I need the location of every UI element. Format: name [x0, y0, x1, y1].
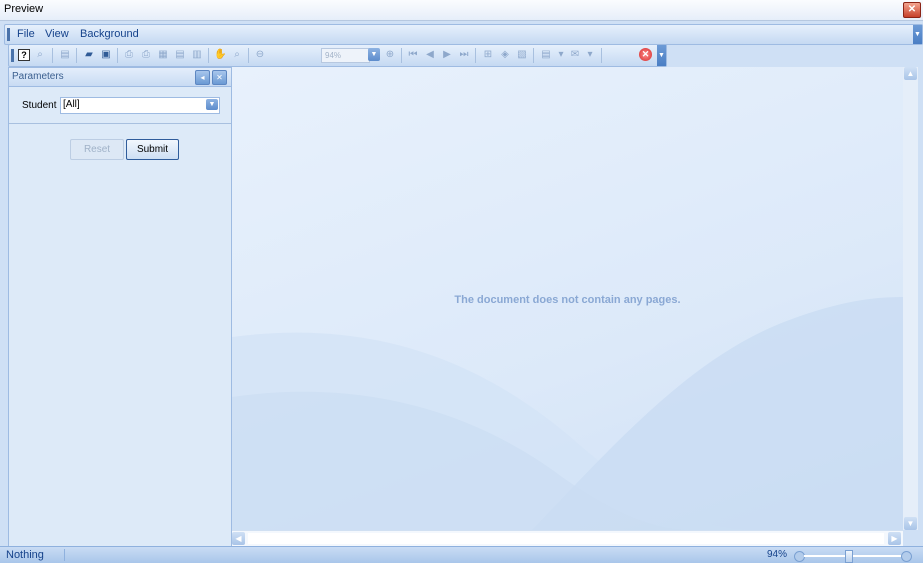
print-icon[interactable]: ⎙ — [123, 49, 135, 61]
reset-button[interactable]: Reset — [70, 139, 124, 160]
zoom-combo-input[interactable]: 94% — [321, 48, 370, 63]
send-email-dropdown-icon[interactable]: ▾ — [584, 49, 596, 61]
zoom-slider-track[interactable] — [804, 555, 902, 557]
menu-file[interactable]: File — [17, 28, 35, 40]
toolbar-overflow-chevron-icon[interactable]: ▼ — [657, 45, 666, 66]
parameter-row-student: Student [All] ▼ — [9, 87, 231, 124]
quick-print-icon[interactable]: ⎙ — [140, 49, 152, 61]
student-select-value: [All] — [63, 99, 80, 110]
zoom-in-icon[interactable]: ⊕ — [384, 49, 396, 61]
multiple-pages-icon[interactable]: ⊞ — [482, 49, 494, 61]
parameters-panel-header: Parameters ◂ ✕ — [9, 68, 231, 87]
toolbar-separator — [475, 48, 476, 63]
send-email-icon[interactable]: ✉ — [569, 49, 581, 61]
toolbar-separator — [52, 48, 53, 63]
customize-icon[interactable]: ▤ — [59, 49, 71, 61]
open-icon[interactable]: ▰ — [83, 49, 95, 61]
export-icon[interactable]: ▤ — [540, 49, 552, 61]
menu-background[interactable]: Background — [80, 28, 139, 40]
pin-icon[interactable]: ◂ — [195, 70, 210, 85]
last-page-icon[interactable]: ⏭ — [458, 49, 470, 61]
save-icon[interactable]: ▣ — [100, 49, 112, 61]
scroll-down-icon[interactable]: ▼ — [904, 517, 917, 530]
document-view[interactable]: The document does not contain any pages. — [232, 67, 903, 530]
status-separator — [64, 549, 65, 561]
zoom-plus-icon[interactable] — [901, 551, 912, 562]
header-footer-icon[interactable]: ▤ — [174, 49, 186, 61]
parameters-panel: Parameters ◂ ✕ Student [All] ▼ Reset Sub… — [8, 67, 232, 547]
student-select[interactable]: [All] ▼ — [60, 97, 220, 114]
zoom-dropdown-icon[interactable]: ▼ — [368, 48, 380, 61]
zoom-out-icon[interactable]: ⊖ — [254, 49, 266, 61]
zoom-slider-knob[interactable] — [845, 550, 853, 563]
menu-bar: File View Background ▼ — [4, 24, 923, 45]
toolbar-grip[interactable] — [11, 49, 14, 62]
empty-document-message: The document does not contain any pages. — [454, 294, 681, 306]
first-page-icon[interactable]: ⏮ — [407, 49, 419, 61]
submit-button[interactable]: Submit — [126, 139, 179, 160]
scroll-left-icon[interactable]: ◀ — [232, 532, 245, 545]
preview-toolbar: ? ⌕ ▤ ▰ ▣ ⎙ ⎙ ▦ ▤ ▥ ✋ ⌕ ⊖ 94% ▼ ⊕ ⏮ ◀ ▶ … — [8, 44, 667, 67]
toolbar-separator — [248, 48, 249, 63]
zoom-level-text: 94% — [767, 549, 788, 560]
background-color-icon[interactable]: ◈ — [499, 49, 511, 61]
page-setup-icon[interactable]: ▦ — [157, 49, 169, 61]
export-dropdown-icon[interactable]: ▾ — [555, 49, 567, 61]
status-text: Nothing — [6, 549, 44, 561]
chevron-down-icon[interactable]: ▼ — [206, 99, 218, 110]
toolbar-separator — [533, 48, 534, 63]
menu-view[interactable]: View — [45, 28, 69, 40]
menu-overflow-chevron-icon[interactable]: ▼ — [913, 25, 922, 44]
parameters-panel-title: Parameters — [12, 71, 64, 82]
search-icon[interactable]: ⌕ — [34, 49, 46, 61]
panel-close-icon[interactable]: ✕ — [212, 70, 227, 85]
watermark-icon[interactable]: ▧ — [516, 49, 528, 61]
window-close-icon[interactable]: ✕ — [903, 2, 921, 18]
toolbar-separator — [208, 48, 209, 63]
zoom-slider[interactable] — [794, 550, 912, 563]
window-titlebar: Preview ✕ — [0, 0, 923, 21]
toolbar-separator — [401, 48, 402, 63]
menu-grip[interactable] — [7, 28, 10, 41]
vertical-scrollbar[interactable]: ▲ ▼ — [903, 67, 918, 530]
student-label: Student — [22, 100, 57, 111]
stop-icon[interactable]: ✕ — [639, 48, 652, 61]
horizontal-scrollbar[interactable]: ◀ ▶ — [232, 530, 903, 546]
window-title: Preview — [4, 3, 44, 15]
scroll-right-icon[interactable]: ▶ — [888, 532, 901, 545]
previous-page-icon[interactable]: ◀ — [424, 49, 436, 61]
scale-icon[interactable]: ▥ — [191, 49, 203, 61]
help-icon[interactable]: ? — [18, 49, 30, 61]
next-page-icon[interactable]: ▶ — [441, 49, 453, 61]
toolbar-separator — [76, 48, 77, 63]
magnifier-icon[interactable]: ⌕ — [231, 49, 243, 61]
toolbar-separator — [117, 48, 118, 63]
toolbar-separator — [601, 48, 602, 63]
hand-tool-icon[interactable]: ✋ — [214, 49, 226, 61]
scroll-up-icon[interactable]: ▲ — [904, 67, 917, 80]
horizontal-scroll-thumb[interactable] — [248, 533, 884, 544]
scroll-corner — [903, 530, 918, 545]
status-bar: Nothing 94% — [0, 546, 923, 563]
